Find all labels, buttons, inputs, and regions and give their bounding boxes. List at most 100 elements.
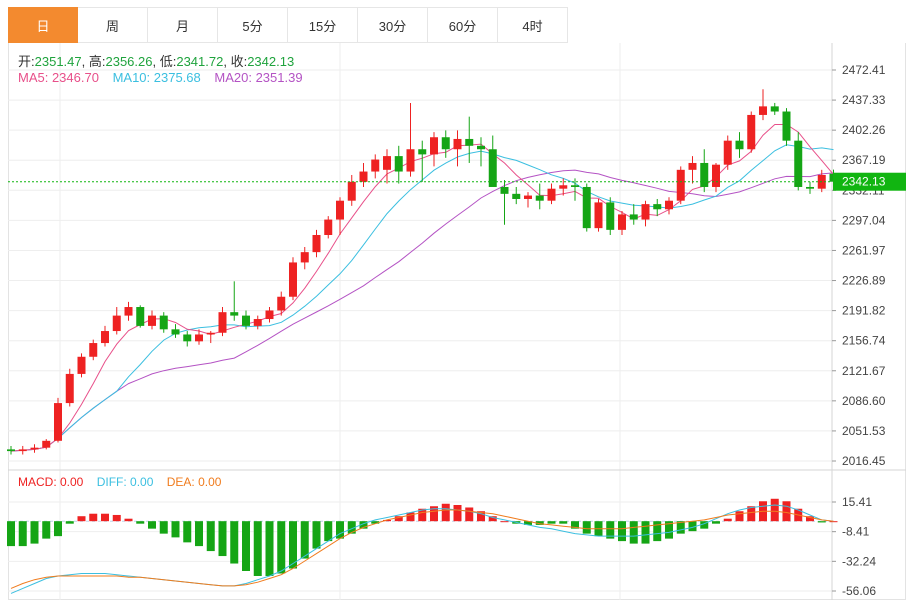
macd-bar <box>300 521 309 559</box>
ohlc-readout: 开:2351.47, 高:2356.26, 低:2341.72, 收:2342.… <box>18 54 295 69</box>
open-label: 开: <box>18 54 35 69</box>
candle-body <box>653 204 662 210</box>
price-tick-label: 2437.33 <box>842 93 886 107</box>
candle-body <box>782 111 791 141</box>
candle <box>124 301 133 321</box>
candle <box>700 149 709 193</box>
candle-body <box>300 252 309 263</box>
open-value: 2351.47 <box>34 54 82 69</box>
macd-bar <box>242 521 250 572</box>
candle <box>265 307 274 323</box>
candle-body <box>524 195 532 199</box>
candle <box>618 210 626 235</box>
macd-tick-label: -8.41 <box>842 525 870 539</box>
candle <box>524 192 532 208</box>
candle <box>171 324 180 338</box>
macd-legend-value: MACD: 0.00 <box>18 475 84 489</box>
macd-bar <box>618 521 626 542</box>
macd-bar <box>42 521 51 539</box>
candle-body <box>124 307 133 316</box>
candle-body <box>441 137 450 150</box>
chart-canvas[interactable]: 2472.412437.332402.262367.192332.112297.… <box>0 0 910 603</box>
candle-body <box>465 138 474 146</box>
candle-body <box>42 440 51 448</box>
price-tick-label: 2226.89 <box>842 274 886 288</box>
candle <box>629 204 638 225</box>
candle <box>406 102 415 177</box>
macd-bar <box>629 521 638 544</box>
dea-legend-value: DEA: 0.00 <box>166 475 222 489</box>
close-value: 2342.13 <box>247 54 295 69</box>
candle-body <box>30 447 39 450</box>
candle <box>512 186 521 205</box>
candle-body <box>77 356 86 374</box>
candle-body <box>136 307 145 326</box>
kline-chart-widget: 日 周 月 5分 15分 30分 60分 4时 2472.41 2437.33 24… <box>0 0 910 603</box>
macd-bar <box>641 521 650 544</box>
macd-bar <box>265 521 274 576</box>
last-price-label: 2342.13 <box>842 175 886 189</box>
candle <box>206 331 215 344</box>
macd-bar <box>770 498 779 522</box>
candle <box>183 331 192 347</box>
candle-body <box>359 171 368 182</box>
candle <box>465 116 474 163</box>
candle <box>665 197 673 215</box>
candle-body <box>7 449 15 452</box>
candle-body <box>406 149 415 172</box>
price-tick-label: 2297.04 <box>842 213 886 227</box>
candle <box>7 445 15 455</box>
candle-body <box>759 106 767 115</box>
candle-body <box>159 315 168 330</box>
candle <box>394 145 403 184</box>
price-tick-label: 2191.82 <box>842 304 886 318</box>
candle <box>54 397 62 443</box>
candle <box>747 111 756 153</box>
macd-bar <box>195 521 203 547</box>
price-tick-label: 2121.67 <box>842 364 886 378</box>
candle <box>759 89 767 121</box>
candle-body <box>629 214 638 220</box>
candle <box>430 132 438 167</box>
candle-body <box>206 332 215 335</box>
macd-legend: MACD: 0.00 DIFF: 0.00 DEA: 0.00 <box>18 475 231 489</box>
macd-bar <box>723 518 732 522</box>
candle-body <box>535 195 544 201</box>
candle <box>148 310 156 330</box>
price-tick-label: 2472.41 <box>842 63 886 77</box>
candle <box>312 229 321 258</box>
macd-bar <box>312 521 321 549</box>
candle-body <box>571 185 579 187</box>
candle <box>230 281 239 321</box>
candle <box>101 325 109 347</box>
macd-bar <box>406 512 415 522</box>
candle-body <box>700 162 709 187</box>
candle-body <box>101 331 109 344</box>
macd-bar <box>171 521 180 538</box>
candle-body <box>277 296 286 311</box>
candle-body <box>453 138 462 150</box>
price-tick-label: 2261.97 <box>842 243 886 257</box>
candle-body <box>195 334 203 342</box>
candle-body <box>582 186 591 229</box>
macd-bar <box>500 521 509 523</box>
candle <box>65 368 74 407</box>
candle-body <box>735 140 744 150</box>
candle-body <box>676 169 685 201</box>
candle <box>641 200 650 227</box>
candle-body <box>265 310 274 320</box>
candle <box>359 162 368 187</box>
candle-body <box>618 214 626 230</box>
candle <box>136 305 145 328</box>
candle <box>383 149 391 184</box>
macd-bar <box>230 521 239 564</box>
candle-body <box>242 315 250 326</box>
candle-body <box>183 334 192 342</box>
candle <box>712 162 720 193</box>
macd-bar <box>101 513 109 522</box>
macd-bar <box>89 513 98 522</box>
candle <box>582 183 591 232</box>
candle-body <box>723 140 732 165</box>
candle-body <box>559 185 568 189</box>
candle-body <box>54 403 62 441</box>
